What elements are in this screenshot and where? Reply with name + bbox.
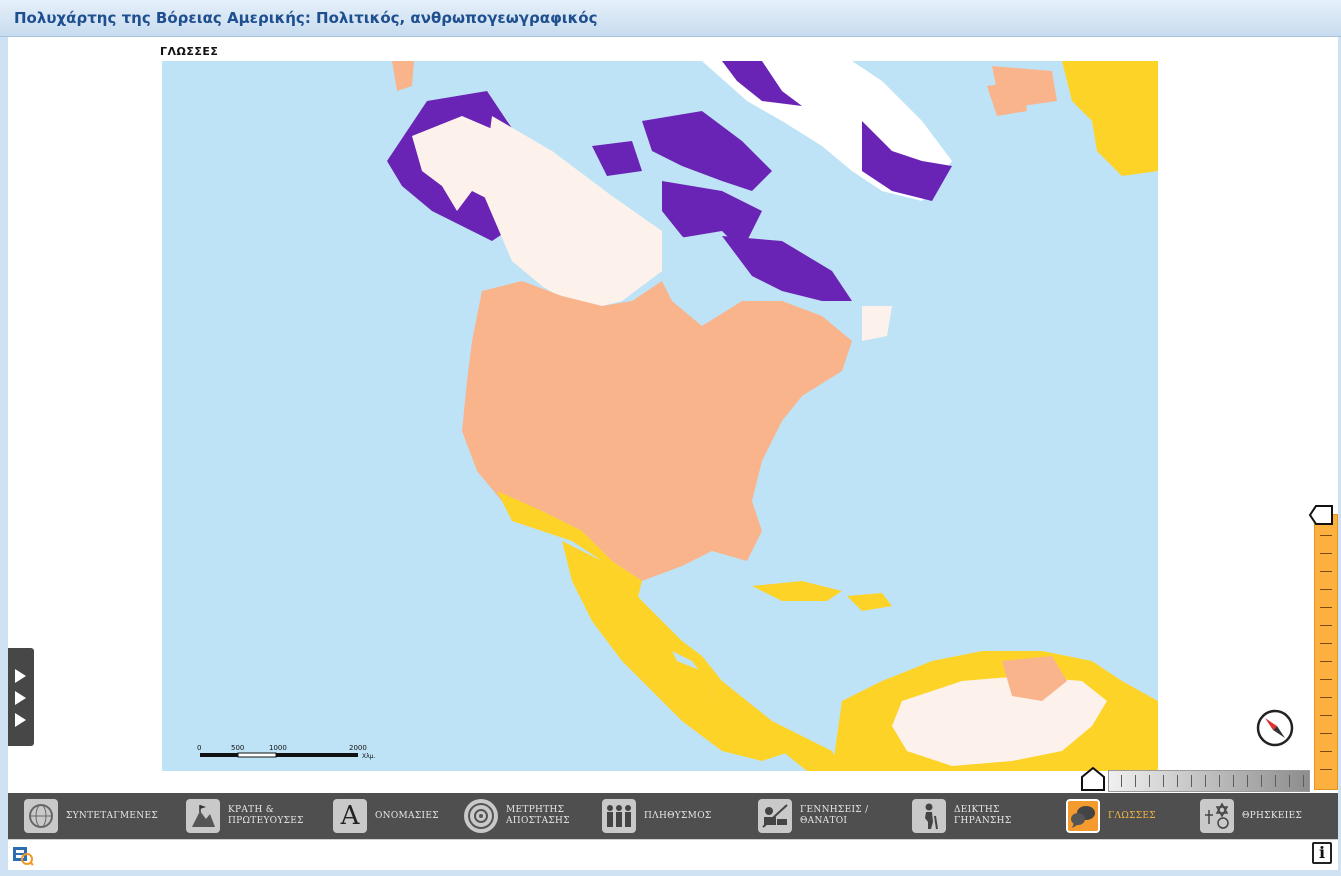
religion-symbols-icon[interactable]	[1200, 799, 1234, 833]
tool-coordinates[interactable]: ΣΥΝΤΕΤΑΓΜΕΝΕΣ	[24, 797, 158, 835]
tool-population[interactable]: ΠΛΗΘΥΣΜΟΣ	[602, 797, 712, 835]
mountain-flag-icon[interactable]	[186, 799, 220, 833]
zoom-handle-vertical[interactable]	[1308, 503, 1334, 527]
tool-states-capitals[interactable]: ΚΡΑΤΗ & ΠΡΩΤΕΥΟΥΣΕΣ	[186, 797, 304, 835]
scale-tick-500: 500	[231, 744, 244, 752]
globe-grid-icon[interactable]	[24, 799, 58, 833]
map-scale-bar: 0 500 1000 2000 Χλμ.	[197, 744, 375, 760]
zoom-slider-horizontal[interactable]	[1108, 770, 1310, 792]
speech-bubbles-icon[interactable]	[1066, 799, 1100, 833]
tool-religions[interactable]: ΘΡΗΣΚΕΙΕΣ	[1200, 797, 1302, 835]
target-icon[interactable]	[464, 799, 498, 833]
side-panel-toggle[interactable]	[8, 648, 34, 746]
scale-tick-0: 0	[197, 744, 201, 752]
title-bar: Πολυχάρτης της Βόρειας Αμερικής: Πολιτικ…	[0, 0, 1341, 37]
tool-label: ΚΡΑΤΗ & ΠΡΩΤΕΥΟΥΣΕΣ	[228, 805, 304, 826]
tool-label: ΜΕΤΡΗΤΗΣ ΑΠΟΣΤΑΣΗΣ	[506, 805, 570, 826]
tool-aging-index[interactable]: ΔΕΙΚΤΗΣ ΓΗΡΑΝΣΗΣ	[912, 797, 1012, 835]
play-arrow-icon[interactable]	[15, 713, 26, 727]
tool-label: ΓΛΩΣΣΕΣ	[1108, 810, 1156, 821]
tool-births-deaths[interactable]: ΓΕΝΝΗΣΕΙΣ / ΘΑΝΑΤΟΙ	[758, 797, 868, 835]
app-logo-icon[interactable]	[12, 844, 34, 866]
scale-tick-2000: 2000	[349, 744, 367, 752]
window-title: Πολυχάρτης της Βόρειας Αμερικής: Πολιτικ…	[14, 9, 598, 27]
scale-unit: Χλμ.	[362, 753, 375, 760]
language-map[interactable]	[162, 61, 1158, 771]
layer-toolbar: ΣΥΝΤΕΤΑΓΜΕΝΕΣ ΚΡΑΤΗ & ΠΡΩΤΕΥΟΥΣΕΣ A ΟΝΟΜ…	[8, 793, 1338, 839]
people-icon[interactable]	[602, 799, 636, 833]
status-bar: i	[8, 839, 1338, 870]
birth-death-icon[interactable]	[758, 799, 792, 833]
letter-a-icon[interactable]: A	[333, 799, 367, 833]
tool-label: ΟΝΟΜΑΣΙΕΣ	[375, 810, 439, 821]
play-arrow-icon[interactable]	[15, 691, 26, 705]
tool-names[interactable]: A ΟΝΟΜΑΣΙΕΣ	[333, 797, 439, 835]
map-layer-label: ΓΛΩΣΣΕΣ	[160, 45, 219, 58]
elderly-person-icon[interactable]	[912, 799, 946, 833]
tool-label: ΓΕΝΝΗΣΕΙΣ / ΘΑΝΑΤΟΙ	[800, 805, 869, 826]
play-arrow-icon[interactable]	[15, 669, 26, 683]
zoom-handle-horizontal[interactable]	[1080, 766, 1106, 792]
tool-label: ΠΛΗΘΥΣΜΟΣ	[644, 810, 712, 821]
zoom-slider-vertical[interactable]	[1314, 514, 1338, 790]
tool-distance[interactable]: ΜΕΤΡΗΤΗΣ ΑΠΟΣΤΑΣΗΣ	[464, 797, 570, 835]
tool-languages[interactable]: ΓΛΩΣΣΕΣ	[1066, 797, 1156, 835]
tool-label: ΣΥΝΤΕΤΑΓΜΕΝΕΣ	[66, 810, 158, 821]
compass-icon[interactable]	[1256, 709, 1294, 747]
tool-label: ΘΡΗΣΚΕΙΕΣ	[1242, 810, 1303, 821]
scale-tick-1000: 1000	[269, 744, 287, 752]
info-button[interactable]: i	[1312, 842, 1332, 864]
tool-label: ΔΕΙΚΤΗΣ ΓΗΡΑΝΣΗΣ	[954, 805, 1012, 826]
